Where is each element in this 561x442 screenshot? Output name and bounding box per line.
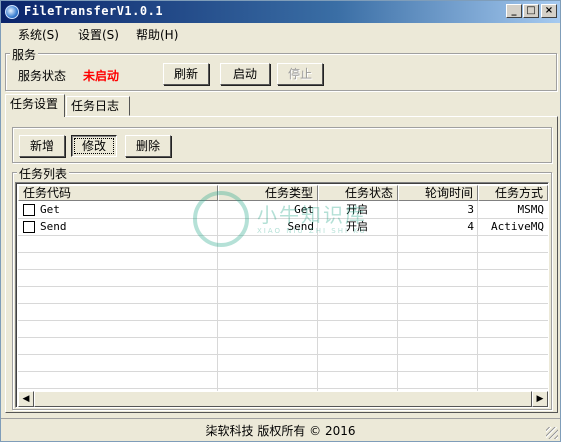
menu-settings[interactable]: 设置(S)	[78, 26, 119, 43]
grid-row-11	[18, 388, 548, 389]
column-task-type[interactable]: 任务类型	[218, 185, 318, 201]
tab-task-settings[interactable]: 任务设置	[5, 94, 65, 117]
stop-button[interactable]: 停止	[277, 63, 323, 85]
cell-task-mode: MSMQ	[517, 203, 545, 216]
service-group: 服务 服务状态 未启动 刷新 启动 停止	[5, 46, 557, 91]
service-group-legend: 服务	[10, 46, 39, 63]
cell-poll-time: 4	[467, 220, 474, 233]
tab-task-log[interactable]: 任务日志	[66, 96, 130, 116]
scroll-right-icon[interactable]: ▶	[532, 391, 548, 407]
cell-task-type: Get	[294, 203, 314, 216]
task-toolbar-group: 新增 修改 删除	[12, 127, 552, 163]
resize-grip-icon[interactable]	[546, 427, 558, 439]
app-window: FileTransferV1.0.1 _ □ × 系统(S) 设置(S) 帮助(…	[0, 0, 561, 442]
column-task-code[interactable]: 任务代码	[18, 185, 218, 201]
start-button[interactable]: 启动	[220, 63, 270, 85]
table-row[interactable]: Get Get 开启 3 MSMQ	[18, 201, 548, 218]
menu-help[interactable]: 帮助(H)	[136, 26, 178, 43]
status-bar: 柒软科技 版权所有 © 2016	[1, 418, 560, 441]
grid-row-9	[18, 354, 548, 355]
row-checkbox[interactable]	[23, 221, 35, 233]
grid-row-5	[18, 286, 548, 287]
scroll-thumb[interactable]	[34, 391, 532, 407]
menu-bar: 系统(S) 设置(S) 帮助(H)	[1, 23, 560, 43]
minimize-button[interactable]: _	[506, 4, 522, 18]
column-task-status[interactable]: 任务状态	[318, 185, 398, 201]
copyright-text: 柒软科技 版权所有 © 2016	[205, 424, 356, 438]
task-list-view[interactable]: 任务代码 任务类型 任务状态 轮询时间 任务方式 Get Get 开启 3 MS…	[15, 182, 549, 408]
grid-row-6	[18, 303, 548, 304]
service-status-label: 服务状态	[18, 69, 67, 83]
grid-row-7	[18, 320, 548, 321]
maximize-button[interactable]: □	[523, 4, 539, 18]
cell-task-status: 开启	[346, 203, 368, 216]
column-task-mode[interactable]: 任务方式	[478, 185, 548, 201]
refresh-button[interactable]: 刷新	[163, 63, 209, 85]
task-list-legend: 任务列表	[17, 165, 70, 182]
cell-task-mode: ActiveMQ	[491, 220, 544, 233]
window-title: FileTransferV1.0.1	[24, 4, 164, 18]
scroll-left-icon[interactable]: ◀	[18, 391, 34, 407]
row-checkbox[interactable]	[23, 204, 35, 216]
task-list-rows: Get Get 开启 3 MSMQ Send Send 开启 4 ActiveM…	[18, 201, 548, 391]
edit-task-button[interactable]: 修改	[71, 135, 117, 157]
cell-poll-time: 3	[467, 203, 474, 216]
cell-task-code: Get	[40, 203, 60, 216]
task-list-header: 任务代码 任务类型 任务状态 轮询时间 任务方式	[18, 185, 548, 201]
grid-row-10	[18, 371, 548, 372]
title-bar[interactable]: FileTransferV1.0.1 _ □ ×	[1, 1, 560, 23]
grid-row-8	[18, 337, 548, 338]
horizontal-scrollbar[interactable]: ◀ ▶	[18, 391, 548, 407]
grid-row-2	[18, 235, 548, 236]
close-button[interactable]: ×	[541, 4, 557, 18]
add-task-button[interactable]: 新增	[19, 135, 65, 157]
cell-task-type: Send	[287, 220, 315, 233]
table-row[interactable]: Send Send 开启 4 ActiveMQ	[18, 218, 548, 235]
column-poll-time[interactable]: 轮询时间	[398, 185, 478, 201]
delete-task-button[interactable]: 删除	[125, 135, 171, 157]
service-status-value: 未启动	[83, 69, 120, 83]
app-icon	[5, 5, 19, 19]
cell-task-code: Send	[40, 220, 67, 233]
grid-row-3	[18, 252, 548, 253]
menu-system[interactable]: 系统(S)	[18, 26, 59, 43]
cell-task-status: 开启	[346, 220, 368, 233]
grid-row-4	[18, 269, 548, 270]
